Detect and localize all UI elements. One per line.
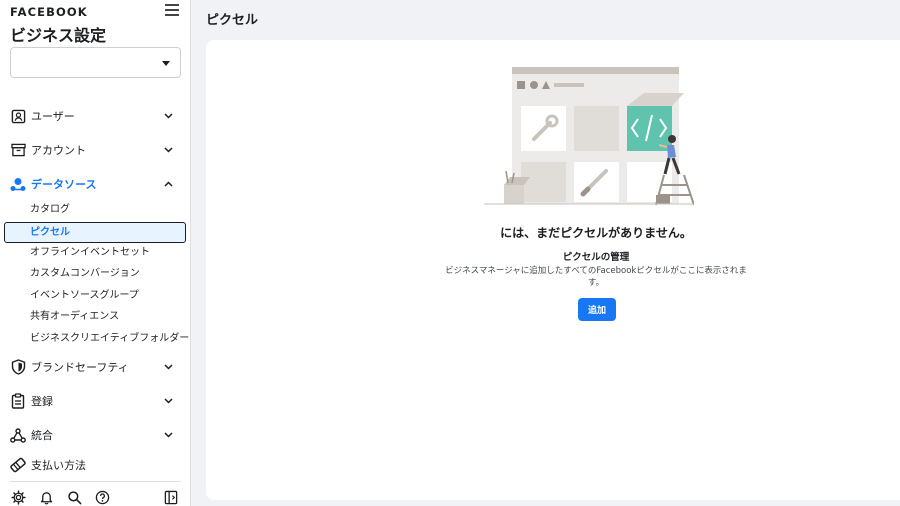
data-source-icon [10,176,26,192]
chevron-down-icon [163,145,173,155]
chevron-down-icon [163,430,173,440]
sidebar-item-accounts[interactable]: アカウント [0,135,191,165]
help-icon[interactable] [95,490,111,506]
sidebar-item-label: 統合 [31,429,53,442]
sidebar-item-label: データソース [31,178,97,191]
empty-state-title: には、まだピクセルがありません。 [500,226,692,240]
sidebar-item-label: ユーザー [31,110,75,123]
clipboard-icon [10,393,26,409]
sidebar-item-label: ブランドセーフティ [31,361,129,374]
business-settings-title: ビジネス設定 [10,26,107,45]
sidebar-item-data-sources[interactable]: データソース [0,169,191,199]
page-title: ピクセル [206,13,259,28]
add-pixel-button[interactable]: 追加 [578,298,616,321]
sidebar-item-payment-methods[interactable]: 支払い方法 [0,450,191,480]
business-select[interactable] [10,47,181,78]
chevron-down-icon [163,362,173,372]
user-badge-icon [10,108,26,124]
sidebar-item-label: 登録 [31,395,53,408]
tag-icon [10,457,26,473]
sidebar-item-brand-safety[interactable]: ブランドセーフティ [0,352,191,382]
hamburger-menu-icon[interactable] [165,4,179,16]
archive-box-icon [10,142,26,158]
gear-icon[interactable] [11,490,27,506]
integration-icon [10,427,26,443]
sub-item-catalog[interactable]: カタログ [30,201,70,219]
sidebar-item-label: アカウント [31,144,86,157]
sidebar-item-integrations[interactable]: 統合 [0,420,191,450]
caret-down-icon [162,61,170,66]
empty-state-description: ビジネスマネージャに追加したすべてのFacebookピクセルがここに表示されます… [445,266,747,288]
pixel-empty-illustration [484,67,694,206]
sidebar-footer-icons [0,490,191,506]
chevron-down-icon [163,111,173,121]
sub-item-custom-conversions[interactable]: カスタムコンバージョン [30,265,140,283]
sidebar-divider [10,481,181,482]
bell-icon[interactable] [39,490,55,506]
empty-state-card: には、まだピクセルがありません。 ピクセルの管理 ビジネスマネージャに追加したす… [206,40,900,500]
search-icon[interactable] [67,490,83,506]
facebook-brand: FACEBOOK [10,5,88,19]
sub-item-shared-audiences[interactable]: 共有オーディエンス [30,308,119,326]
panel-toggle-icon[interactable] [164,490,180,506]
chevron-up-icon [163,179,173,189]
sidebar: FACEBOOK ビジネス設定 ユーザー アカウント データソース カタログ ピ… [0,0,191,506]
sub-item-business-creative-folders[interactable]: ビジネスクリエイティブフォルダー [30,330,189,348]
sub-item-event-source-groups[interactable]: イベントソースグループ [30,287,139,305]
sub-item-pixels[interactable]: ピクセル [4,222,186,243]
empty-state-subtitle: ピクセルの管理 [562,252,630,263]
chevron-down-icon [163,396,173,406]
sidebar-item-users[interactable]: ユーザー [0,101,191,131]
sidebar-item-label: 支払い方法 [31,459,86,472]
sidebar-item-registration[interactable]: 登録 [0,386,191,416]
shield-icon [10,359,26,375]
sub-item-offline-event-sets[interactable]: オフラインイベントセット [30,244,150,262]
